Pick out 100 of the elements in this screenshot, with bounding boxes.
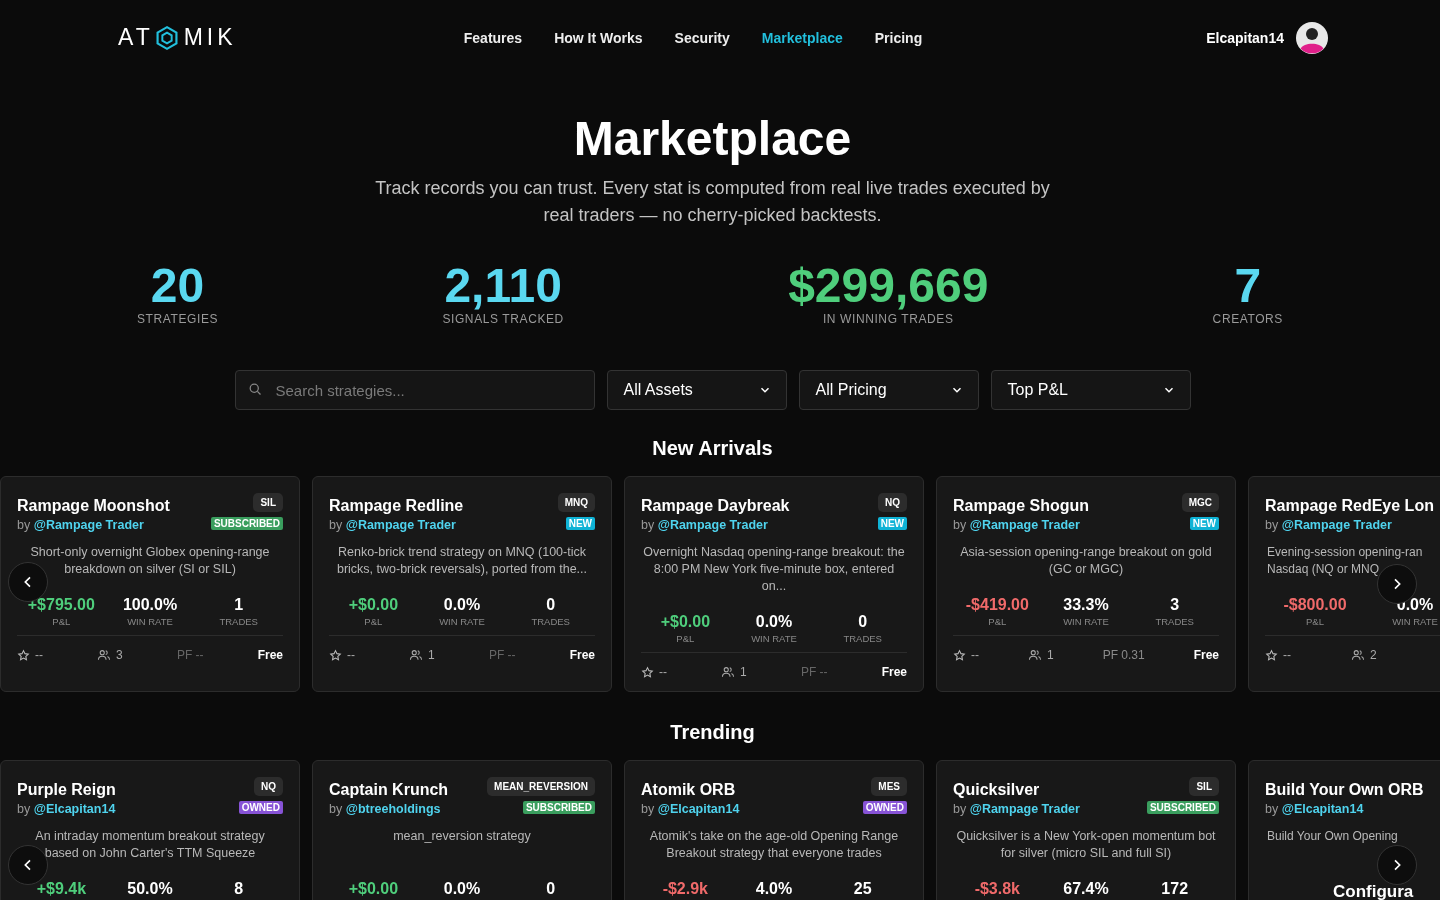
author-link[interactable]: @Elcapitan14 <box>657 802 740 816</box>
star-icon <box>641 665 654 679</box>
strategy-card[interactable]: Atomik ORB by @Elcapitan14 MES OWNED Atomik's take on the age-old Opening Range Breakout strategy that everyone trades -$2.9k 4.0% 25 <box>624 760 924 900</box>
stat-value: +$0.00 <box>348 879 399 899</box>
author-link[interactable]: @Rampage Trader <box>969 802 1080 816</box>
strategy-card[interactable]: Rampage Shogun by @Rampage Trader MGC NEW Asia-session opening-range breakout on gold (GC or MGC) -$419.00 P&L 33.3% WIN RATE 3 TRADES -- 1 PF 0.31 Free <box>936 476 1236 692</box>
author-link[interactable]: @Rampage Trader <box>345 518 456 532</box>
strategy-title: Rampage RedEye Lon <box>1265 496 1434 516</box>
page-subtitle: Track records you can trust. Every stat is computed from real live trades executed by real traders — no cherry-picked backtests. <box>374 177 1051 227</box>
stat-value: +$0.00 <box>348 595 399 615</box>
strategy-card[interactable]: Rampage Redline by @Rampage Trader MNQ NEW Renko-brick trend strategy on MNQ (100-tick bricks, two-brick reversals), ported from the... +$0.00 P&L 0.0% WIN RATE 0 TRADES -- 1 PF -- Free <box>312 476 612 692</box>
strategy-card[interactable]: Purple Reign by @Elcapitan14 NQ OWNED An intraday momentum breakout strategy based on John Carter's TTM Squeeze +$9.4k 50.0% 8 <box>0 760 300 900</box>
price-text: Free <box>257 648 283 662</box>
users-icon <box>409 648 424 662</box>
asset-tag: MEAN_REVERSION <box>487 777 595 796</box>
section-heading: Trending <box>670 720 755 744</box>
stat-label: TRADES <box>843 633 882 644</box>
by-text: by <box>17 802 31 816</box>
nav-link[interactable]: Security <box>674 29 730 46</box>
stat-value: -$419.00 <box>965 595 1029 615</box>
stat-value: 1 <box>234 595 244 615</box>
nav-link[interactable]: Marketplace <box>761 29 843 46</box>
author-link[interactable]: @Elcapitan14 <box>33 802 116 816</box>
strategy-description: Renko-brick trend strategy on MNQ (100-tick bricks, two-brick reversals), ported from the... <box>335 544 589 578</box>
author-link[interactable]: @Rampage Trader <box>1281 518 1392 532</box>
by-text: by <box>1265 518 1279 532</box>
strategy-card[interactable]: Rampage Moonshot by @Rampage Trader SIL SUBSCRIBED Short-only overnight Globex opening-range breakdown on silver (SI or SIL) +$795.00 P&L 100.0% WIN RATE 1 TRADES -- 3 PF -- Free <box>0 476 300 692</box>
filter-dropdown[interactable]: All Assets <box>606 370 787 410</box>
configure-text: Configura <box>1332 882 1415 900</box>
strategy-card[interactable]: Rampage Daybreak by @Rampage Trader NQ NEW Overnight Nasdaq opening-range breakout: the 8:00 PM New York five-minute box, entered on... +$0.00 P&L 0.0% WIN RATE 0 TRADES -- 1 PF -- Free <box>624 476 924 692</box>
status-badge: SUBSCRIBED <box>210 517 283 530</box>
users-icon <box>1351 648 1365 662</box>
strategy-title: Rampage Shogun <box>953 496 1089 516</box>
stat-value: 4.0% <box>755 879 793 899</box>
by-text: by <box>953 802 967 816</box>
filter-dropdown[interactable]: All Pricing <box>798 370 979 410</box>
nav-link[interactable]: How It Works <box>554 29 643 46</box>
strategy-title: Atomik ORB <box>641 780 737 800</box>
by-text: by <box>1265 802 1279 816</box>
strategy-description: mean_reversion strategy <box>392 828 532 845</box>
asset-tag: MGC <box>1181 493 1219 512</box>
stat-label: WIN RATE <box>127 616 173 627</box>
star-icon <box>953 648 966 662</box>
stat-value: +$795.00 <box>27 595 95 615</box>
status-badge: SUBSCRIBED <box>522 801 595 814</box>
strategy-title: Quicksilver <box>953 780 1041 800</box>
subscriber-count: 1 <box>1046 648 1054 662</box>
user-name[interactable]: Elcapitan14 <box>1206 29 1284 46</box>
stat-label: SIGNALS TRACKED <box>442 312 564 326</box>
subscriber-count: 1 <box>428 648 435 662</box>
author-link[interactable]: @Rampage Trader <box>33 518 144 532</box>
profit-factor: PF -- <box>800 665 828 679</box>
by-text: by <box>329 518 343 532</box>
strategy-card[interactable]: Quicksilver by @Rampage Trader SIL SUBSCRIBED Quicksilver is a New York-open momentum bot for silver (micro SIL and full SI) -$3.8k 67.4% 172 <box>936 760 1236 900</box>
strategy-title: Rampage Daybreak <box>641 496 790 516</box>
strategy-title: Rampage Moonshot <box>17 496 170 516</box>
author-link[interactable]: @btreeholdings <box>345 802 441 816</box>
asset-tag: NQ <box>878 493 907 512</box>
strategy-card[interactable]: Build Your Own ORB by @Elcapitan14 Build Your Own Opening Configura <box>1248 760 1440 900</box>
search-field[interactable]: Search strategies... <box>234 370 595 410</box>
subscriber-count: 3 <box>116 648 123 662</box>
stat-number: 7 <box>1234 261 1262 311</box>
strategy-title: Captain Krunch <box>329 780 449 800</box>
subscriber-count: 2 <box>1370 648 1377 662</box>
avatar-icon[interactable] <box>1296 21 1328 54</box>
author-link[interactable]: @Rampage Trader <box>657 518 768 532</box>
logo-text: MIK <box>183 24 237 51</box>
author-link[interactable]: @Rampage Trader <box>969 518 1080 532</box>
strategy-description: Short-only overnight Globex opening-range breakdown on silver (SI or SIL) <box>29 544 271 578</box>
stat-label: WIN RATE <box>1063 616 1109 627</box>
stat-label: TRADES <box>219 616 258 627</box>
star-icon <box>329 648 342 662</box>
by-text: by <box>953 518 967 532</box>
asset-tag: SIL <box>253 493 283 512</box>
by-text: by <box>641 518 655 532</box>
users-icon <box>721 665 736 679</box>
subscriber-count: 1 <box>740 665 747 679</box>
stat-value: +$0.00 <box>660 612 711 632</box>
nav-link[interactable]: Features <box>463 29 523 46</box>
stat-value: 25 <box>853 879 872 899</box>
strategy-card[interactable]: Captain Krunch by @btreeholdings MEAN_REVERSION SUBSCRIBED mean_reversion strategy +$0.00 0.0% 0 <box>312 760 612 900</box>
stat-label: TRADES <box>1155 616 1194 627</box>
stat-label: WIN RATE <box>1392 616 1438 627</box>
status-badge: OWNED <box>238 801 283 814</box>
stat-label: CREATORS <box>1212 312 1283 326</box>
stat-label: P&L <box>364 616 383 627</box>
profit-factor: PF 0.31 <box>1102 648 1145 662</box>
nav-link[interactable]: Pricing <box>874 29 923 46</box>
status-badge: NEW <box>565 517 595 530</box>
stat-label: P&L <box>1306 616 1324 627</box>
logo-text: AT <box>118 24 154 51</box>
stat-label: WIN RATE <box>751 633 797 644</box>
status-badge: NEW <box>877 517 907 530</box>
filter-dropdown[interactable]: Top P&L <box>990 370 1191 410</box>
strategy-description: An intraday momentum breakout strategy based on John Carter's TTM Squeeze <box>34 828 266 862</box>
stat-number: $299,669 <box>788 261 989 311</box>
author-link[interactable]: @Elcapitan14 <box>1281 802 1364 816</box>
stat-value: -$2.9k <box>662 879 708 899</box>
price-text: Free <box>569 648 595 662</box>
status-badge: SUBSCRIBED <box>1146 801 1219 814</box>
